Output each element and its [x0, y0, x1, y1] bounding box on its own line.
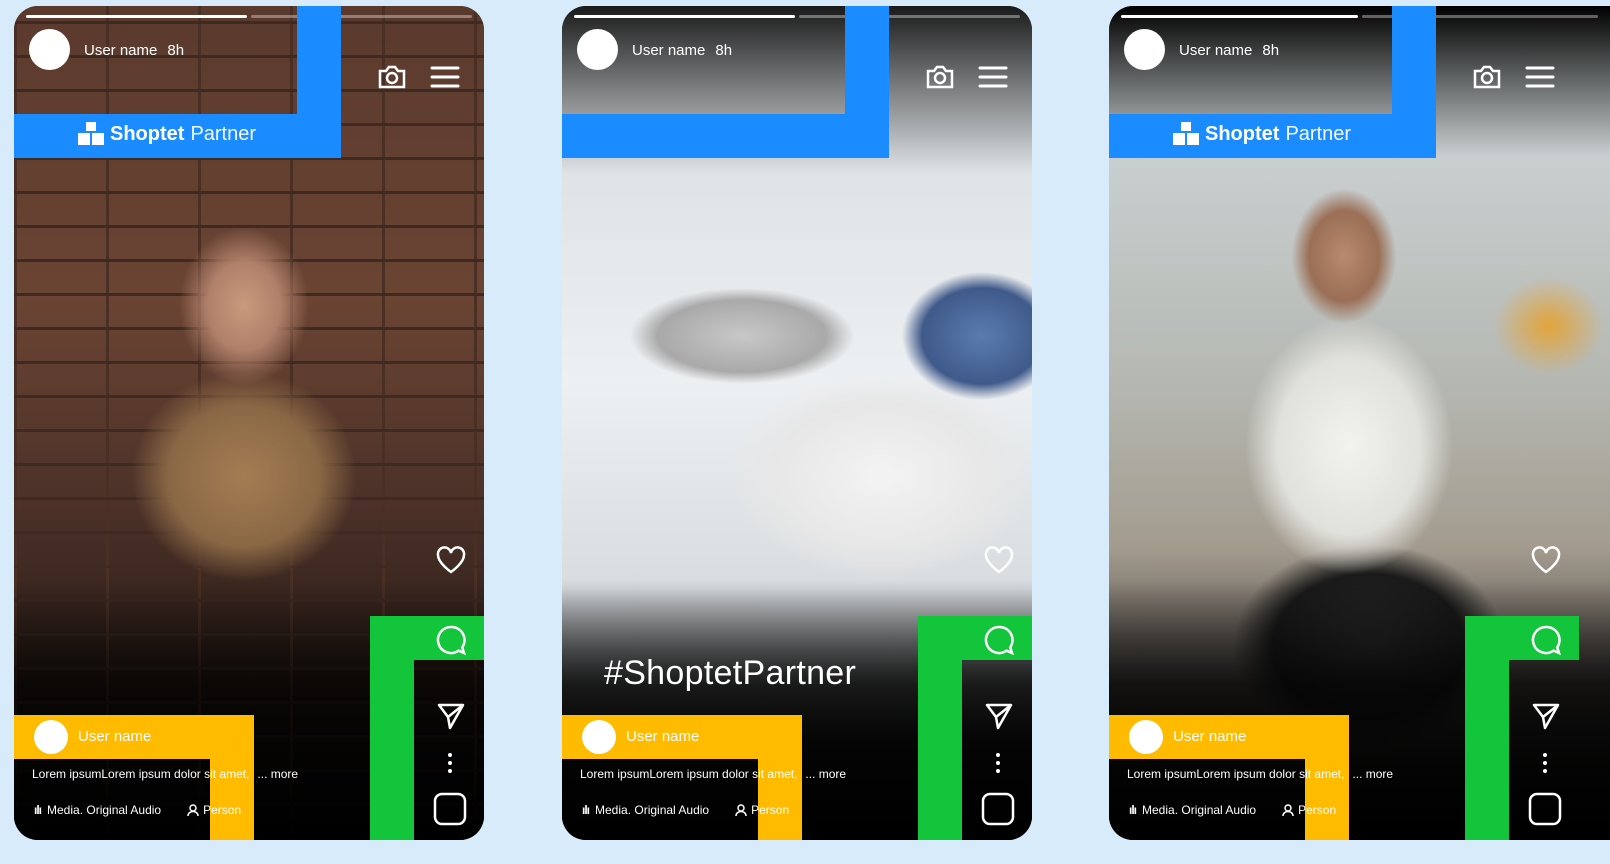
more-vertical-icon[interactable]: [446, 752, 454, 774]
username[interactable]: User name: [626, 728, 699, 745]
comment-icon[interactable]: [983, 624, 1015, 656]
avatar[interactable]: [29, 29, 70, 70]
comment-icon[interactable]: [1530, 624, 1562, 656]
story-progress: [574, 15, 1020, 18]
avatar[interactable]: [1124, 29, 1165, 70]
media-meta: ılı Media. Original Audio Person: [1129, 803, 1336, 817]
heart-icon[interactable]: [983, 546, 1015, 574]
story-progress: [26, 15, 472, 18]
progress-segment-1: [26, 15, 247, 18]
brand-name: Shoptet: [110, 122, 185, 145]
person-label: Person: [751, 803, 790, 817]
audio-label[interactable]: Media. Original Audio: [47, 803, 161, 817]
media-meta: ılı Media. Original Audio Person: [34, 803, 241, 817]
avatar[interactable]: [582, 720, 616, 754]
story-top-actions: [1471, 63, 1555, 91]
hashtag-overlay: #ShoptetPartner: [604, 654, 857, 692]
hamburger-menu-icon[interactable]: [430, 65, 460, 89]
hamburger-menu-icon[interactable]: [1525, 65, 1555, 89]
caption-text: Lorem ipsumLorem ipsum dolor sit amet,..…: [580, 767, 846, 781]
caption-text: Lorem ipsumLorem ipsum dolor sit amet,..…: [32, 767, 298, 781]
story-top-actions: [376, 63, 460, 91]
camera-icon[interactable]: [376, 63, 408, 91]
person-tag[interactable]: Person: [1282, 803, 1336, 817]
person-label: Person: [1298, 803, 1337, 817]
post-time: 8h: [167, 42, 185, 59]
square-icon[interactable]: [1527, 791, 1563, 827]
person-icon: [1282, 803, 1294, 816]
send-icon[interactable]: [1531, 702, 1561, 730]
progress-segment-2: [799, 15, 1020, 18]
audio-icon: ılı: [582, 803, 590, 817]
person-icon: [735, 803, 747, 816]
shoptet-partner-logo: Shoptet Partner: [78, 122, 256, 146]
more-link[interactable]: ... more: [257, 767, 298, 781]
more-vertical-icon[interactable]: [994, 752, 1002, 774]
audio-label[interactable]: Media. Original Audio: [595, 803, 709, 817]
audio-label[interactable]: Media. Original Audio: [1142, 803, 1256, 817]
caption-body: Lorem ipsumLorem ipsum dolor sit amet,: [1127, 767, 1345, 781]
camera-icon[interactable]: [924, 63, 956, 91]
story-card-1[interactable]: Shoptet Partner User name 8h User name Lo…: [14, 6, 484, 840]
send-icon[interactable]: [436, 702, 466, 730]
audio-icon: ılı: [1129, 803, 1137, 817]
progress-segment-2: [251, 15, 472, 18]
person-tag[interactable]: Person: [187, 803, 241, 817]
audio-icon: ılı: [34, 803, 42, 817]
shoptet-partner-logo: Shoptet Partner: [1173, 122, 1351, 146]
story-header: User name 8h: [84, 42, 184, 59]
person-label: Person: [203, 803, 242, 817]
square-icon[interactable]: [432, 791, 468, 827]
avatar[interactable]: [34, 720, 68, 754]
more-link[interactable]: ... more: [1352, 767, 1393, 781]
post-time: 8h: [1262, 42, 1280, 59]
username[interactable]: User name: [632, 42, 705, 59]
person-tag[interactable]: Person: [735, 803, 789, 817]
caption-body: Lorem ipsumLorem ipsum dolor sit amet,: [32, 767, 250, 781]
comment-icon[interactable]: [435, 624, 467, 656]
hamburger-menu-icon[interactable]: [978, 65, 1008, 89]
caption-text: Lorem ipsumLorem ipsum dolor sit amet,..…: [1127, 767, 1393, 781]
camera-icon[interactable]: [1471, 63, 1503, 91]
media-meta: ılı Media. Original Audio Person: [582, 803, 789, 817]
username[interactable]: User name: [84, 42, 157, 59]
story-card-3[interactable]: Shoptet Partner User name 8h User name Lo…: [1109, 6, 1610, 840]
person-icon: [187, 803, 199, 816]
brand-block-horizontal: [562, 114, 889, 158]
more-link[interactable]: ... more: [805, 767, 846, 781]
square-icon[interactable]: [980, 791, 1016, 827]
caption-body: Lorem ipsumLorem ipsum dolor sit amet,: [580, 767, 798, 781]
shoptet-logo-icon: [1173, 122, 1199, 146]
shoptet-logo-icon: [78, 122, 104, 146]
brand-suffix: Partner: [1285, 122, 1352, 145]
heart-icon[interactable]: [1530, 546, 1562, 574]
heart-icon[interactable]: [435, 546, 467, 574]
username[interactable]: User name: [1179, 42, 1252, 59]
username[interactable]: User name: [1173, 728, 1246, 745]
send-icon[interactable]: [984, 702, 1014, 730]
story-card-2[interactable]: User name 8h #ShoptetPartner User name Lo…: [562, 6, 1032, 840]
username[interactable]: User name: [78, 728, 151, 745]
avatar[interactable]: [577, 29, 618, 70]
brand-suffix: Partner: [190, 122, 257, 145]
story-top-actions: [924, 63, 1008, 91]
story-header: User name 8h: [1179, 42, 1279, 59]
story-header: User name 8h: [632, 42, 732, 59]
story-progress: [1121, 15, 1598, 18]
more-vertical-icon[interactable]: [1541, 752, 1549, 774]
post-time: 8h: [715, 42, 733, 59]
progress-segment-1: [574, 15, 795, 18]
progress-segment-1: [1121, 15, 1358, 18]
avatar[interactable]: [1129, 720, 1163, 754]
brand-name: Shoptet: [1205, 122, 1280, 145]
